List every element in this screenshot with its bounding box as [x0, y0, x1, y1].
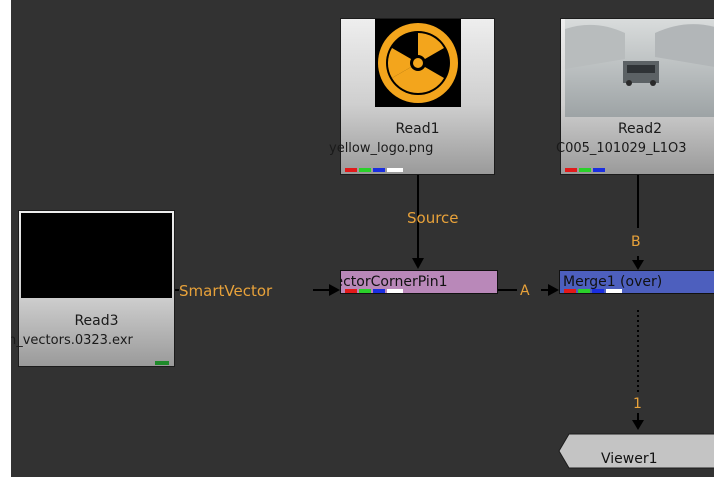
read2-node[interactable]: Read2 C005_101029_L1O3: [556, 18, 714, 175]
channel-red: [345, 289, 357, 293]
channel-green: [359, 168, 371, 172]
read1-name: Read1: [395, 121, 440, 137]
viewer-input-label: 1: [633, 396, 642, 412]
read3-node[interactable]: Read3 an_vectors.0323.exr: [11, 210, 175, 367]
arrow-b: [632, 260, 644, 270]
read1-filename: yellow_logo.png: [329, 141, 434, 156]
channel-green: [579, 168, 591, 172]
channel-green: [359, 289, 371, 293]
channel-alpha: [387, 168, 403, 172]
smartvector-input-label: SmartVector: [179, 282, 273, 300]
channel-red: [345, 168, 357, 172]
channel-red: [565, 168, 577, 172]
channel-blue: [593, 168, 605, 172]
viewer-name: Viewer1: [601, 451, 658, 467]
arrow-viewer: [632, 420, 644, 430]
merge-name: Merge1 (over): [563, 274, 663, 290]
read3-filename: an_vectors.0323.exr: [11, 333, 133, 348]
source-input-label: Source: [407, 209, 459, 227]
channel-blue: [373, 289, 385, 293]
a-input-label: A: [520, 283, 530, 299]
read2-filename: C005_101029_L1O3: [556, 141, 687, 156]
read3-name: Read3: [74, 313, 119, 329]
radiation-logo-thumbnail: [375, 19, 461, 107]
car-snow-thumbnail: [565, 19, 714, 117]
arrow-a: [548, 284, 559, 296]
merge-node[interactable]: Merge1 (over): [559, 270, 714, 294]
channel-red: [564, 289, 576, 293]
channel-indicator: [155, 361, 169, 365]
black-thumbnail: [21, 213, 172, 298]
channel-alpha: [387, 289, 403, 293]
arrow-smartvector: [329, 284, 340, 296]
channel-blue: [592, 289, 604, 293]
vector-corner-pin-node[interactable]: VectorCornerPin1: [340, 270, 498, 294]
channel-alpha: [606, 289, 622, 293]
node-graph[interactable]: Read1 yellow_logo.png Read2 C005_101029_…: [11, 0, 714, 477]
read1-node[interactable]: Read1 yellow_logo.png: [329, 18, 495, 175]
arrow-source: [412, 258, 424, 269]
read2-name: Read2: [617, 121, 663, 137]
b-input-label: B: [631, 234, 641, 250]
vector-corner-pin-name: VectorCornerPin1: [341, 274, 448, 290]
channel-blue: [373, 168, 385, 172]
channel-green: [578, 289, 590, 293]
